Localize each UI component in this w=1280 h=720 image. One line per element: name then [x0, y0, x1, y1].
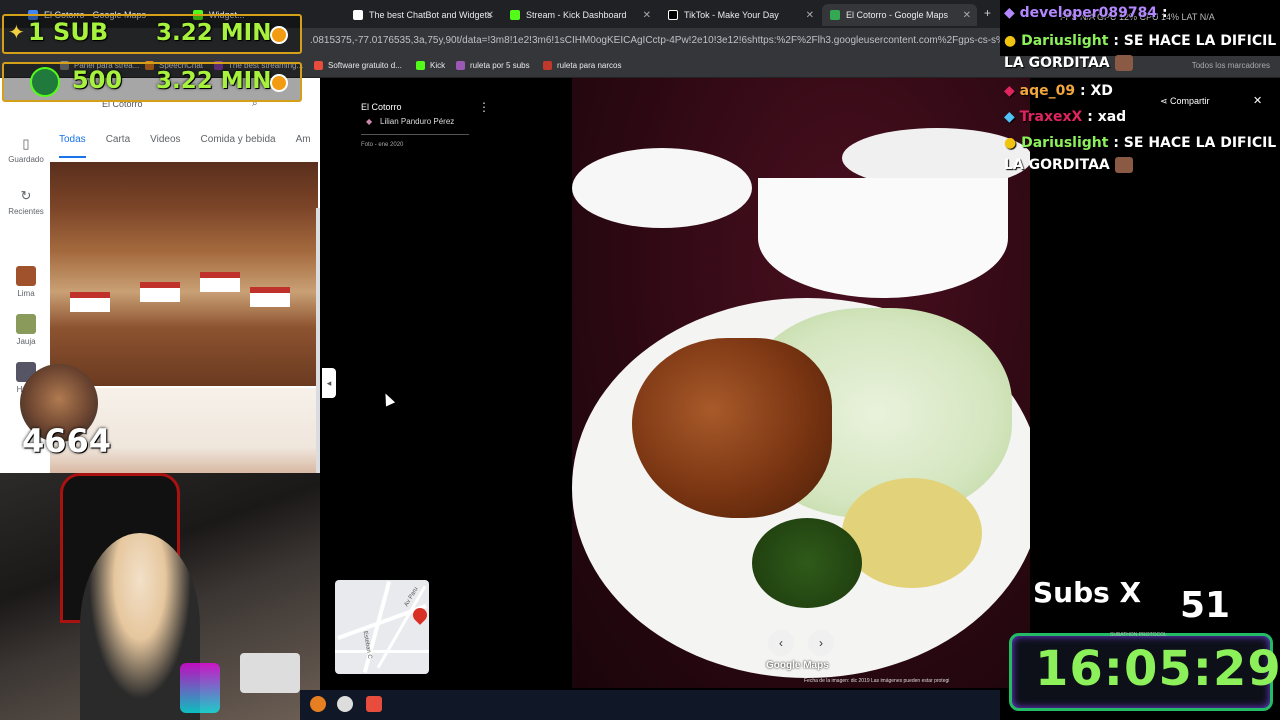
salt-lamp: [240, 653, 300, 693]
mini-map[interactable]: Av Paru Esteban C: [335, 580, 429, 674]
webcam-feed: [0, 473, 320, 720]
kick-label: 500: [72, 66, 123, 94]
bookmark-icon: ▯: [22, 136, 30, 151]
tab-todas[interactable]: Todas: [59, 134, 86, 158]
tab-videos[interactable]: Videos: [150, 134, 180, 158]
kick-favicon-icon: [416, 61, 425, 70]
yellow-sauce: [842, 478, 982, 588]
chat-message: ● Dariuslight : SE HACE LA DIFICIL LA GO…: [1004, 33, 1277, 71]
google-maps-logo: Google Maps: [766, 660, 829, 671]
tab-chatbot[interactable]: The best ChatBot and Widgets ✕: [345, 4, 500, 26]
viewer-count: 4664: [22, 422, 112, 460]
rgb-microphone: [180, 663, 220, 713]
rail-place-lima[interactable]: Lima: [6, 266, 46, 298]
media-player-icon[interactable]: [337, 696, 353, 712]
maps-favicon-icon: [830, 10, 840, 20]
sub-time: 3.22 MIN: [156, 20, 272, 46]
restaurant-interior-photo[interactable]: [50, 162, 318, 386]
place-thumbnail: [16, 266, 36, 286]
stream-chat: ◆ developer089784 : ● Dariuslight : SE H…: [1004, 0, 1280, 176]
tab-kick-dashboard[interactable]: Stream - Kick Dashboard ✕: [502, 4, 657, 26]
bookmark-favicon-icon: [314, 61, 323, 70]
bookmark-item[interactable]: ruleta por 5 subs: [456, 61, 530, 70]
tab-tiktok[interactable]: TikTok - Make Your Day ✕: [660, 4, 820, 26]
clock-icon: [270, 26, 288, 44]
bookmark-favicon-icon: [456, 61, 465, 70]
kick-time: 3.22 MIN: [156, 68, 272, 94]
app-icon[interactable]: [310, 696, 326, 712]
sub-label: 1 SUB: [28, 18, 109, 46]
chat-badge-icon: ◆: [1004, 109, 1020, 125]
chat-message: ● Dariuslight : SE HACE LA DIFICIL LA GO…: [1004, 135, 1277, 173]
chat-message: ◆ aqe_09 : XD: [1004, 83, 1113, 99]
chat-badge-icon: ●: [1004, 33, 1022, 49]
close-tab-icon[interactable]: ✕: [963, 10, 971, 21]
recorder-icon[interactable]: [366, 696, 382, 712]
main-food-photo[interactable]: ‹ › Google Maps Fecha de la imagen: dic …: [572, 78, 1030, 688]
green-sauce: [752, 518, 862, 608]
close-tab-icon[interactable]: ✕: [643, 10, 651, 21]
image-credit: Fecha de la imagen: dic 2019 Las imágene…: [804, 678, 950, 684]
subs-count: 51: [1180, 585, 1231, 626]
photo-date: Foto - ene 2020: [361, 142, 404, 148]
bookmark-favicon-icon: [543, 61, 552, 70]
photo-author[interactable]: Lilian Panduro Pérez: [380, 117, 454, 126]
chat-badge-icon: ◆: [1004, 5, 1020, 21]
chat-badge-icon: ●: [1004, 135, 1022, 151]
sparkle-icon: ✦: [8, 22, 25, 44]
taskbar: [300, 690, 1000, 720]
tab-comida-bebida[interactable]: Comida y bebida: [201, 134, 276, 158]
emote-icon: [1114, 157, 1133, 173]
url-text[interactable]: .0815375,-77.0176535,3a,75y,90t/data=!3m…: [310, 35, 1000, 46]
chatbot-favicon-icon: [353, 10, 363, 20]
rail-saved[interactable]: ▯ Guardado: [6, 136, 46, 164]
subathon-tag: SUBATHON PROTOCOL: [1110, 632, 1167, 638]
place-name[interactable]: El Cotorro: [361, 102, 402, 112]
subathon-timer: 16:05:29: [1035, 641, 1280, 697]
kick-favicon-icon: [510, 10, 520, 20]
close-tab-icon[interactable]: ✕: [806, 10, 814, 21]
previous-photo-button[interactable]: ‹: [768, 630, 794, 656]
rail-place-jauja[interactable]: Jauja: [6, 314, 46, 346]
close-tab-icon[interactable]: ✕: [486, 10, 494, 21]
clock-icon: [270, 74, 288, 92]
divider: [361, 134, 469, 135]
photo-info-panel: El Cotorro ◆ Lilian Panduro Pérez Foto -…: [322, 78, 572, 688]
chat-message: ◆ developer089784 :: [1004, 5, 1168, 21]
tiktok-favicon-icon: [668, 10, 678, 20]
tab-carta[interactable]: Carta: [106, 134, 130, 158]
chat-badge-icon: ◆: [1004, 83, 1020, 99]
bookmark-item[interactable]: Software gratuito d...: [314, 61, 402, 70]
history-icon: ↻: [20, 188, 32, 203]
bookmark-item[interactable]: Kick: [416, 61, 445, 70]
emote-icon: [1114, 55, 1133, 71]
rail-recent[interactable]: ↻ Recientes: [6, 188, 46, 216]
side-plate: [572, 148, 752, 228]
new-tab-icon[interactable]: +: [984, 6, 991, 20]
place-thumbnail: [16, 314, 36, 334]
panel-scrollbar[interactable]: [316, 208, 320, 473]
white-bowl: [758, 178, 1008, 298]
collapse-panel-button[interactable]: ◂: [322, 368, 336, 398]
chat-message: ◆ TraxexX : xad: [1004, 109, 1127, 125]
next-photo-button[interactable]: ›: [808, 630, 834, 656]
subs-multiplier-label: Subs X: [1033, 576, 1142, 609]
kick-coin-icon: [30, 67, 60, 97]
photo-category-tabs: Todas Carta Videos Comida y bebida Am: [50, 134, 320, 158]
contributor-icon: ◆: [366, 117, 373, 126]
bookmark-item[interactable]: ruleta para narcos: [543, 61, 621, 70]
more-options-icon[interactable]: ⋮: [478, 100, 490, 114]
tab-maps-active[interactable]: El Cotorro - Google Maps ✕: [822, 4, 977, 26]
tab-ambiente[interactable]: Am: [296, 134, 311, 158]
